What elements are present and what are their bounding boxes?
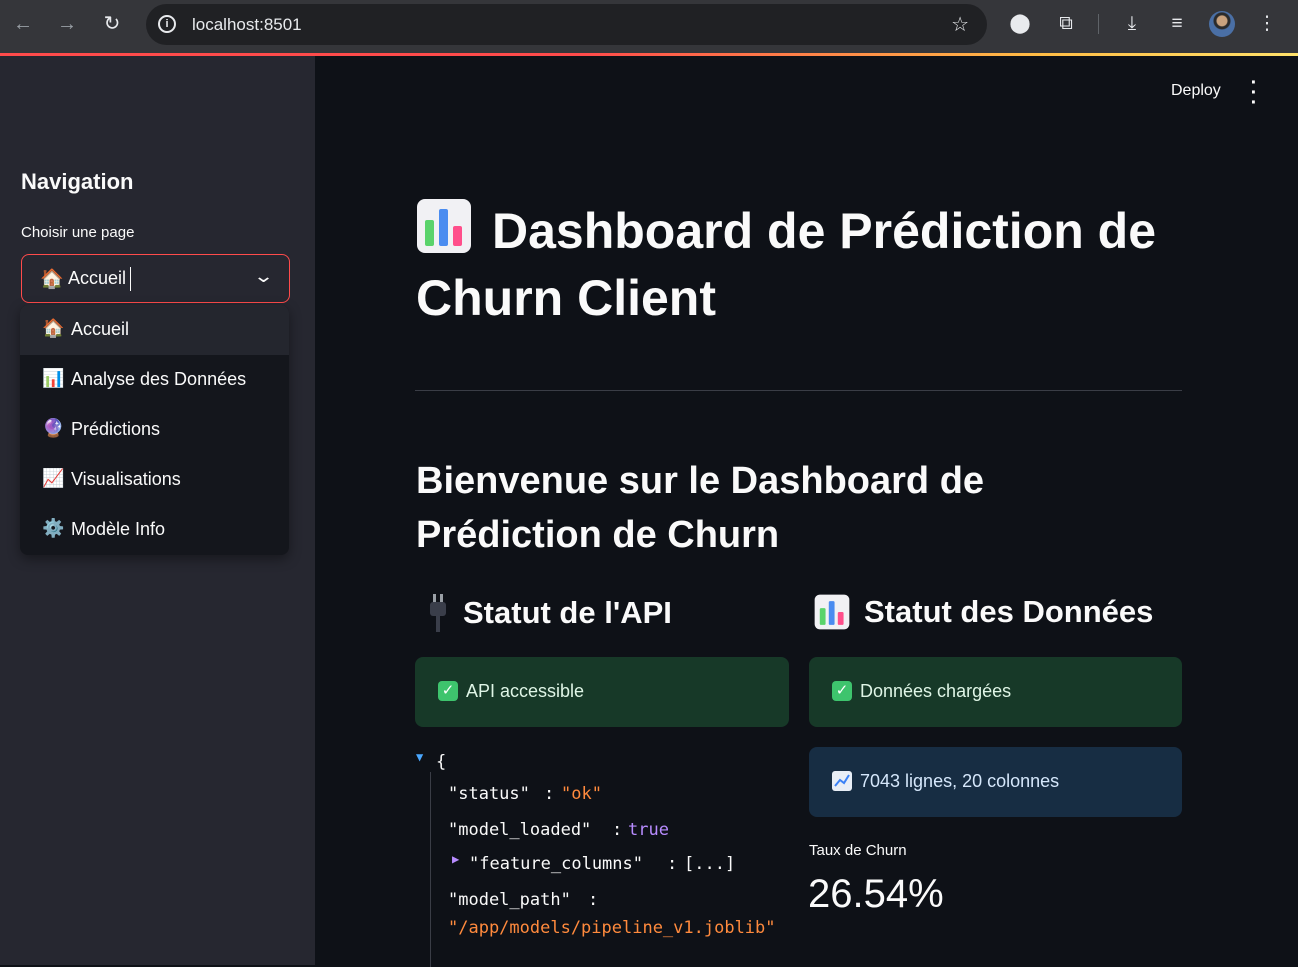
bookmark-star-icon[interactable]: ☆ <box>951 12 969 37</box>
menu-item-visualisations[interactable]: 📈 Visualisations <box>20 455 289 505</box>
page-select[interactable]: 🏠 Accueil ⌄ <box>21 254 290 303</box>
data-info-alert: 7043 lignes, 20 colonnes <box>809 747 1182 817</box>
deploy-button[interactable]: Deploy <box>1171 82 1221 100</box>
select-value[interactable]: Accueil <box>68 268 126 289</box>
forward-icon[interactable]: → <box>53 10 81 38</box>
menu-item-label: Prédictions <box>71 419 161 439</box>
api-success-alert: ✓ API accessible <box>415 657 789 727</box>
metric-label: Taux de Churn <box>809 842 907 859</box>
json-val-model-path: "/app/models/pipeline_v1.joblib" <box>448 918 776 938</box>
metric-value: 26.54% <box>808 872 944 916</box>
alert-text: Données chargées <box>860 681 1012 701</box>
toolbar-divider <box>1098 14 1099 34</box>
trend-chart-icon <box>832 771 852 791</box>
site-info-icon[interactable]: i <box>158 15 176 33</box>
data-status-heading: Statut des Données <box>814 594 1153 630</box>
json-key-feature-columns[interactable]: "feature_columns" <box>469 854 643 874</box>
page-title: Dashboard de Prédiction de Churn Client <box>416 198 1196 332</box>
browser-toolbar: ← → ↻ i localhost:8501 ☆ ⬤ ⧉ ⤓ ≡ ⋮ <box>0 0 1298 55</box>
back-icon[interactable]: ← <box>9 10 37 38</box>
alert-text: API accessible <box>466 681 585 701</box>
page-title-text: Dashboard de Prédiction de Churn Client <box>416 203 1157 326</box>
gear-icon: ⚙️ <box>42 518 65 538</box>
url-text[interactable]: localhost:8501 <box>192 15 302 35</box>
check-icon: ✓ <box>832 681 852 701</box>
download-icon[interactable]: ⤓ <box>1118 10 1146 38</box>
api-heading-text: Statut de l'API <box>463 595 672 630</box>
collapse-triangle-icon[interactable]: ▼ <box>416 750 423 764</box>
bar-chart-icon <box>814 594 850 630</box>
data-success-alert: ✓ Données chargées <box>809 657 1182 727</box>
json-indent-guide <box>430 772 431 967</box>
data-heading-text: Statut des Données <box>864 594 1154 629</box>
menu-item-label: Modèle Info <box>71 519 166 539</box>
more-menu-icon[interactable]: ⋮ <box>1253 10 1281 38</box>
api-status-heading: Statut de l'API <box>427 594 672 632</box>
house-icon: 🏠 <box>42 318 65 338</box>
crystal-ball-icon: 🔮 <box>42 418 65 438</box>
json-key-status: "status" <box>448 784 530 804</box>
bar-chart-icon: 📊 <box>42 368 65 388</box>
welcome-heading: Bienvenue sur le Dashboard de Prédiction… <box>416 460 985 556</box>
expand-triangle-icon[interactable]: ▶ <box>452 852 459 866</box>
alert-text: 7043 lignes, 20 colonnes <box>860 771 1060 791</box>
house-icon: 🏠 <box>40 269 64 290</box>
plug-icon <box>430 594 446 632</box>
menu-item-label: Visualisations <box>71 469 181 489</box>
bar-chart-icon <box>417 199 471 253</box>
main-menu-icon[interactable]: · · · <box>1249 73 1259 113</box>
check-icon: ✓ <box>438 681 458 701</box>
media-queue-icon[interactable]: ≡ <box>1163 10 1191 38</box>
sidebar: Navigation Choisir une page 🏠 Accueil ⌄ … <box>0 56 315 965</box>
reload-icon[interactable]: ↻ <box>98 10 126 38</box>
sidebar-title: Navigation <box>21 169 134 194</box>
extension-puzzle-icon[interactable]: ⬤ <box>1006 10 1034 38</box>
menu-item-label: Analyse des Données <box>71 369 247 389</box>
text-cursor <box>130 267 131 291</box>
json-val-status: "ok" <box>561 784 602 804</box>
address-bar[interactable]: i localhost:8501 ☆ <box>146 4 987 45</box>
json-colon: : <box>667 854 678 874</box>
json-val-model-loaded: true <box>628 820 669 840</box>
chevron-down-icon[interactable]: ⌄ <box>253 266 274 287</box>
json-colon: : <box>612 820 623 840</box>
divider <box>415 390 1182 391</box>
main-content: Deploy · · · Dashboard de Prédiction de Ch… <box>315 56 1298 967</box>
json-open-brace: { <box>436 752 447 772</box>
profile-avatar[interactable] <box>1209 11 1235 37</box>
json-key-model-path: "model_path" <box>448 890 571 910</box>
json-key-model-loaded: "model_loaded" <box>448 820 592 840</box>
menu-item-accueil[interactable]: 🏠 Accueil <box>20 305 289 355</box>
menu-item-predictions[interactable]: 🔮 Prédictions <box>20 405 289 455</box>
menu-item-modele-info[interactable]: ⚙️ Modèle Info <box>20 505 289 555</box>
page-dropdown-menu: 🏠 Accueil 📊 Analyse des Données 🔮 Prédic… <box>20 305 289 555</box>
json-colon: : <box>588 890 599 910</box>
json-colon: : <box>544 784 555 804</box>
extensions-icon[interactable]: ⧉ <box>1052 10 1080 38</box>
menu-item-analyse[interactable]: 📊 Analyse des Données <box>20 355 289 405</box>
json-val-feature-columns[interactable]: [...] <box>684 854 735 874</box>
select-label: Choisir une page <box>21 224 135 241</box>
menu-item-label: Accueil <box>71 319 130 339</box>
trend-chart-icon: 📈 <box>42 468 65 488</box>
